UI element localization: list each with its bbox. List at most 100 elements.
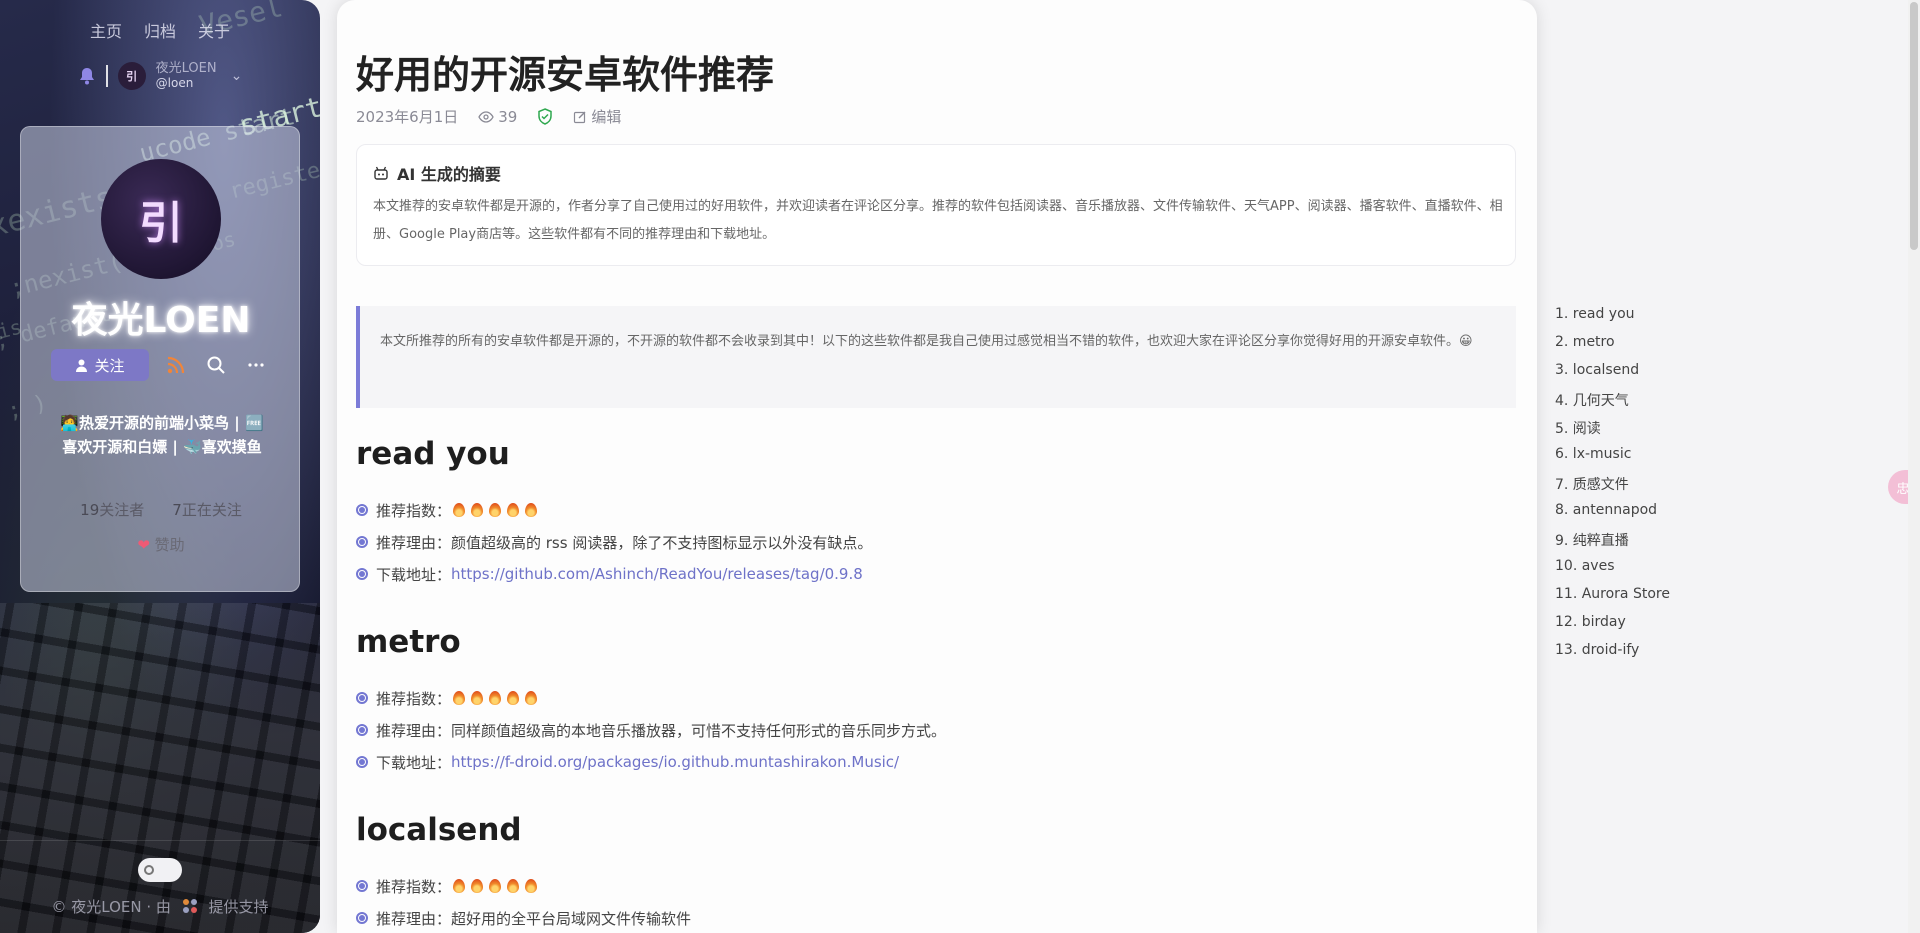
toc-item[interactable]: 4. 几何天气 xyxy=(1555,390,1755,418)
list-item: 推荐理由：颜值超级高的 rss 阅读器，除了不支持图标显示以外没有缺点。 xyxy=(356,526,1516,558)
scroll-thumb[interactable] xyxy=(1910,2,1918,250)
bullet-icon xyxy=(356,692,368,704)
list-item: 下载地址： https://github.com/Ashinch/ReadYou/… xyxy=(356,558,1516,590)
sponsor-label: 赞助 xyxy=(154,536,185,554)
robot-icon xyxy=(374,166,388,180)
fire-icon xyxy=(489,879,502,893)
fire-icon xyxy=(453,691,466,705)
download-label: 下载地址： xyxy=(376,565,452,584)
section-read-you: read you 推荐指数： 推荐理由：颜值超级高的 rss 阅读器，除了不支持… xyxy=(356,436,1516,590)
section-localsend: localsend 推荐指数： 推荐理由：超好用的全平台局域网文件传输软件 xyxy=(356,812,1516,933)
rating-label: 推荐指数： xyxy=(376,689,452,708)
search-icon[interactable] xyxy=(203,352,229,378)
fire-icon xyxy=(507,691,520,705)
sun-icon xyxy=(144,865,154,875)
bell-icon[interactable] xyxy=(78,67,96,85)
chevron-down-icon[interactable]: ⌄ xyxy=(231,68,243,84)
user-row: 引 夜光LOEN @loen ⌄ xyxy=(0,61,320,90)
list-item: 推荐理由：超好用的全平台局域网文件传输软件 xyxy=(356,902,1516,933)
follow-button[interactable]: 关注 xyxy=(51,349,149,381)
article-meta: 2023年6月1日 39 编辑 xyxy=(356,106,621,127)
article-title: 好用的开源安卓软件推荐 xyxy=(356,53,775,97)
toc-item[interactable]: 11. Aurora Store xyxy=(1555,586,1755,614)
section-list: 推荐指数： 推荐理由：同样颜值超级高的本地音乐播放器，可惜不支持任何形式的音乐同… xyxy=(356,682,1516,778)
edit-label: 编辑 xyxy=(591,108,622,126)
nav-home[interactable]: 主页 xyxy=(90,18,122,42)
followers-stat[interactable]: 19关注者 xyxy=(80,499,144,520)
reason-text: 推荐理由：同样颜值超级高的本地音乐播放器，可惜不支持任何形式的音乐同步方式。 xyxy=(376,721,947,740)
toc-item[interactable]: 9. 纯粹直播 xyxy=(1555,530,1755,558)
profile-stats: 19关注者 7正在关注 xyxy=(21,499,301,520)
edit-link[interactable]: 编辑 xyxy=(573,106,621,127)
section-heading: read you xyxy=(356,436,510,472)
fire-icon xyxy=(489,503,502,517)
footer-support: 提供支持 xyxy=(208,898,269,916)
fire-icon xyxy=(471,879,484,893)
download-link[interactable]: https://f-droid.org/packages/io.github.m… xyxy=(451,753,899,771)
rss-icon[interactable] xyxy=(163,352,189,378)
top-nav: 主页 归档 关于 xyxy=(0,18,320,42)
toc-item[interactable]: 6. lx-music xyxy=(1555,446,1755,474)
toc-item[interactable]: 10. aves xyxy=(1555,558,1755,586)
following-stat[interactable]: 7正在关注 xyxy=(172,499,242,520)
intro-blockquote: 本文所推荐的所有的安卓软件都是开源的，不开源的软件都不会收录到其中！以下的这些软… xyxy=(356,306,1516,408)
footer-text: © 夜光LOEN · 由 xyxy=(51,898,171,916)
fire-icon xyxy=(507,879,520,893)
toc-item[interactable]: 5. 阅读 xyxy=(1555,418,1755,446)
download-link[interactable]: https://github.com/Ashinch/ReadYou/relea… xyxy=(451,565,863,583)
eye-icon xyxy=(478,110,494,123)
fire-icon xyxy=(525,503,538,517)
user-display-name: 夜光LOEN xyxy=(155,61,217,77)
more-icon[interactable] xyxy=(243,352,269,378)
section-heading: localsend xyxy=(356,812,522,848)
list-item: 推荐指数： xyxy=(356,870,1516,902)
bullet-icon xyxy=(356,724,368,736)
toc-item[interactable]: 2. metro xyxy=(1555,334,1755,362)
sidebar: xexists( ;nexist( ; default is ; ) start… xyxy=(0,0,320,933)
rating-fires xyxy=(453,691,538,705)
ai-summary-header: AI 生成的摘要 xyxy=(373,161,501,185)
sidebar-footer: © 夜光LOEN · 由 提供支持 xyxy=(0,896,320,917)
divider xyxy=(105,65,108,87)
bullet-icon xyxy=(356,880,368,892)
views: 39 xyxy=(478,108,517,126)
user-avatar[interactable]: 引 xyxy=(117,62,146,90)
fire-icon xyxy=(471,503,484,517)
follow-label: 关注 xyxy=(94,356,125,375)
user-names[interactable]: 夜光LOEN @loen xyxy=(155,61,217,89)
list-item: 推荐理由：同样颜值超级高的本地音乐播放器，可惜不支持任何形式的音乐同步方式。 xyxy=(356,714,1516,746)
page-scrollbar[interactable] xyxy=(1908,0,1920,933)
toc-item[interactable]: 12. birday xyxy=(1555,614,1755,642)
rating-fires xyxy=(453,503,538,517)
edit-icon xyxy=(574,111,586,123)
nav-archive[interactable]: 归档 xyxy=(144,18,176,42)
bullet-icon xyxy=(356,568,368,580)
reason-text: 推荐理由：超好用的全平台局域网文件传输软件 xyxy=(376,909,692,928)
theme-toggle[interactable] xyxy=(138,858,182,882)
toc-item[interactable]: 7. 质感文件 xyxy=(1555,474,1755,502)
fire-icon xyxy=(525,691,538,705)
view-count: 39 xyxy=(498,107,518,126)
section-heading: metro xyxy=(356,624,461,660)
toc-item[interactable]: 1. read you xyxy=(1555,306,1755,334)
list-item: 推荐指数： xyxy=(356,682,1516,714)
toc-item[interactable]: 13. droid-ify xyxy=(1555,642,1755,670)
following-label: 正在关注 xyxy=(181,501,242,519)
bullet-icon xyxy=(356,504,368,516)
bullet-icon xyxy=(356,536,368,548)
profile-actions: 关注 xyxy=(51,349,281,381)
bullet-icon xyxy=(356,912,368,924)
following-count: 7 xyxy=(172,501,182,519)
reason-text: 推荐理由：颜值超级高的 rss 阅读器，除了不支持图标显示以外没有缺点。 xyxy=(376,533,873,552)
article-panel: 好用的开源安卓软件推荐 2023年6月1日 39 编辑 AI 生成的摘要 本文推… xyxy=(337,0,1537,933)
section-list: 推荐指数： 推荐理由：超好用的全平台局域网文件传输软件 xyxy=(356,870,1516,933)
followers-label: 关注者 xyxy=(99,501,145,519)
section-list: 推荐指数： 推荐理由：颜值超级高的 rss 阅读器，除了不支持图标显示以外没有缺… xyxy=(356,494,1516,590)
toc-item[interactable]: 3. localsend xyxy=(1555,362,1755,390)
toc-item[interactable]: 8. antennapod xyxy=(1555,502,1755,530)
table-of-contents: 1. read you 2. metro 3. localsend 4. 几何天… xyxy=(1555,306,1755,670)
sponsor-link[interactable]: ❤ 赞助 xyxy=(21,534,301,555)
fire-icon xyxy=(525,879,538,893)
ai-summary-title: AI 生成的摘要 xyxy=(397,165,501,184)
nav-about[interactable]: 关于 xyxy=(198,18,230,42)
